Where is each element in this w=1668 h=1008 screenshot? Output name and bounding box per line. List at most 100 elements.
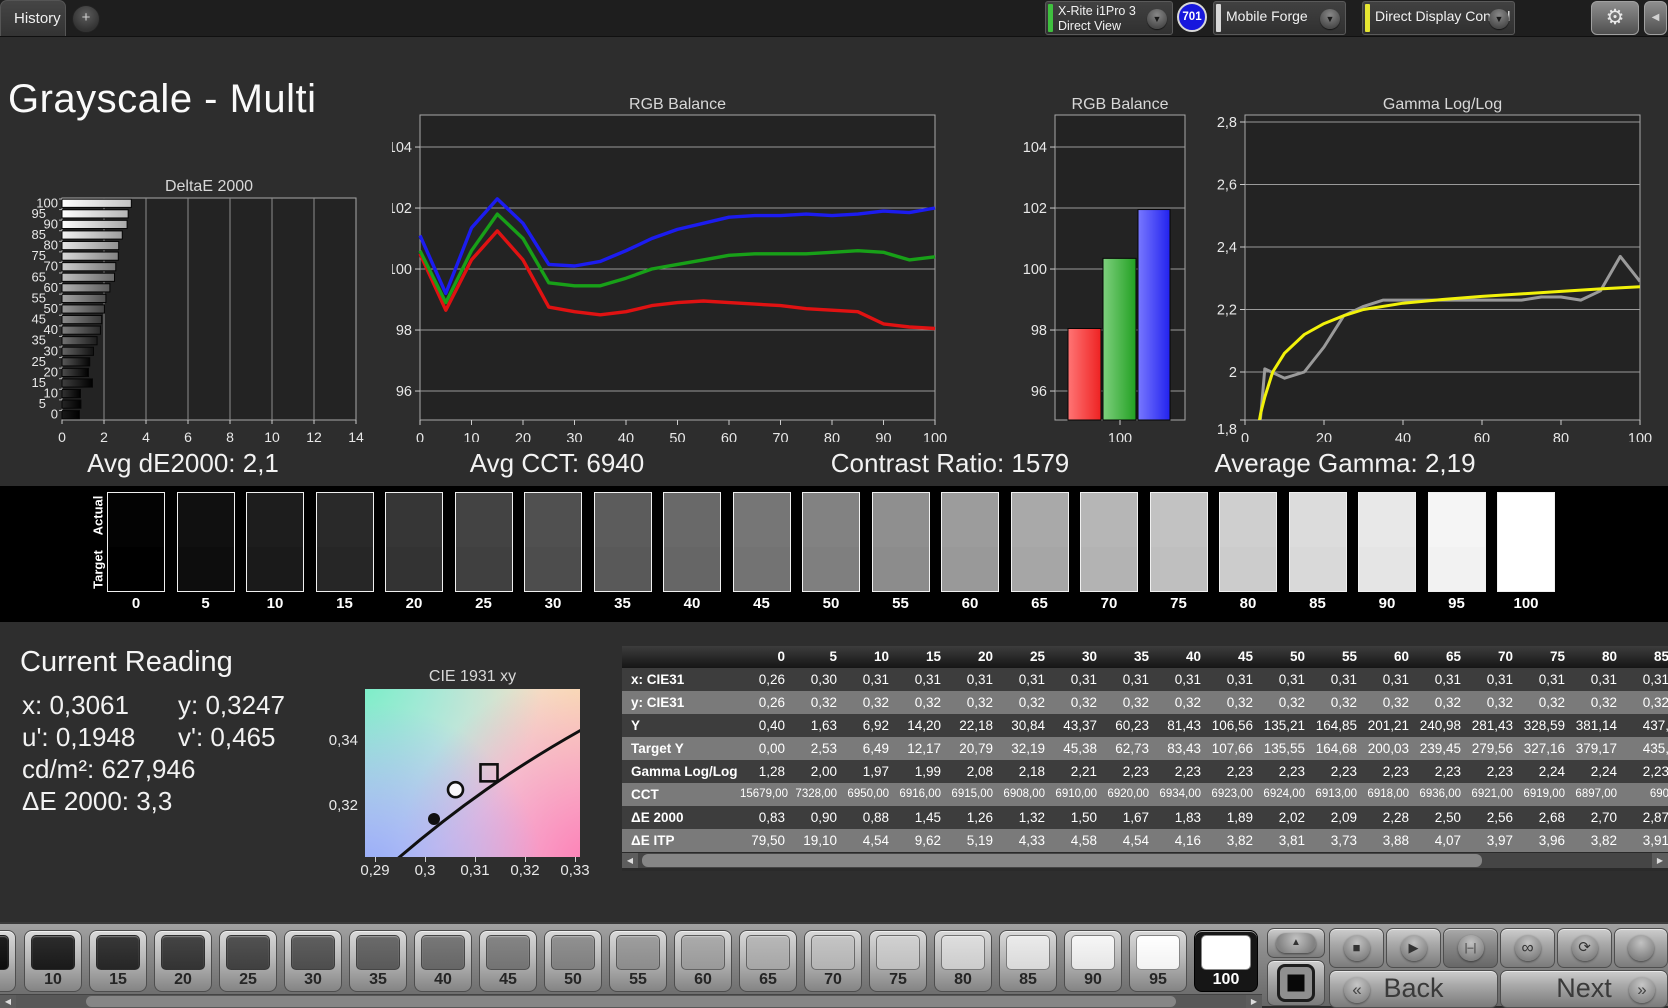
step-button-20[interactable]: 20 <box>154 930 212 992</box>
grayscale-swatch-strip: Actual Target 0 5 10 15 20 25 30 35 40 45 50 55 60 65… <box>0 486 1668 622</box>
blank-mode-button[interactable] <box>1614 928 1668 968</box>
continuous-measure-button[interactable]: ∞ <box>1500 928 1555 968</box>
svg-text:96: 96 <box>1031 384 1047 400</box>
table-cell: 6934,00 <box>1159 788 1201 800</box>
step-label: 45 <box>499 971 517 988</box>
step-button-35[interactable]: 35 <box>349 930 407 992</box>
table-cell: 1,28 <box>758 764 785 779</box>
step-button-40[interactable]: 40 <box>414 930 472 992</box>
scroll-left-icon[interactable]: ◀ <box>0 995 16 1008</box>
svg-text:30: 30 <box>566 431 582 442</box>
tab-history-1[interactable]: History 1 <box>0 0 66 63</box>
pattern-window-button[interactable] <box>1267 960 1325 1006</box>
stat-avg-de2000: Avg dE2000: 2,1 <box>87 448 279 478</box>
table-cell: 2,68 <box>1538 810 1565 825</box>
gray-swatch-5 <box>176 492 235 592</box>
table-cell: 6923,00 <box>1211 788 1253 800</box>
reading-de2000: ΔE 2000: 3,3 <box>22 786 173 816</box>
step-button-45[interactable]: 45 <box>479 930 537 992</box>
cie-xtick: 0,3 <box>414 862 436 879</box>
gray-swatch-label: 50 <box>822 595 840 612</box>
step-button-partial[interactable] <box>0 930 16 992</box>
step-label: 75 <box>889 971 907 988</box>
chevron-down-icon[interactable]: ▼ <box>1147 9 1167 29</box>
gray-swatch-60 <box>941 492 999 592</box>
next-button[interactable]: Next » <box>1500 970 1668 1008</box>
collapse-panel-icon[interactable]: ◀ <box>1644 1 1667 35</box>
single-measure-button[interactable]: |–| <box>1443 928 1498 968</box>
pattern-scrollbar-thumb[interactable] <box>86 996 1176 1007</box>
chevron-down-icon[interactable]: ▼ <box>1489 9 1509 29</box>
add-tab-button[interactable]: + <box>72 5 100 33</box>
step-swatch <box>96 935 140 970</box>
back-button[interactable]: « Back <box>1329 970 1498 1008</box>
table-row: y: CIE31 0,26 0,32 0,32 0,32 0,32 0,32 0,32 0,32… <box>622 691 1668 714</box>
workflow-dropdown[interactable]: Mobile Forge ▼ <box>1213 1 1346 35</box>
step-label: 35 <box>369 971 387 988</box>
svg-text:96: 96 <box>396 384 412 400</box>
step-button-50[interactable]: 50 <box>544 930 602 992</box>
table-cell: 2,56 <box>1486 810 1513 825</box>
table-cell: 0,32 <box>1278 695 1305 710</box>
chevron-down-icon[interactable]: ▼ <box>1320 9 1340 29</box>
planckian-locus <box>397 728 580 857</box>
step-button-95[interactable]: 95 <box>1129 930 1187 992</box>
table-cell: 2,87 <box>1642 810 1668 825</box>
table-cell: 6920,00 <box>1107 788 1149 800</box>
step-label: 80 <box>954 971 972 988</box>
infinity-icon: ∞ <box>1514 935 1541 961</box>
step-button-30[interactable]: 30 <box>284 930 342 992</box>
table-cell: 135,21 <box>1263 718 1305 733</box>
scroll-right-icon[interactable]: ▶ <box>1652 853 1668 868</box>
step-button-90[interactable]: 90 <box>1064 930 1122 992</box>
table-scrollbar[interactable]: ◀ ▶ <box>622 853 1668 868</box>
step-button-15[interactable]: 15 <box>89 930 147 992</box>
play-button[interactable]: ▶ <box>1386 928 1441 968</box>
luminance-badge[interactable]: 701 <box>1177 2 1207 32</box>
table-cell: 0,32 <box>1018 695 1045 710</box>
step-button-100[interactable]: 100 <box>1194 930 1258 992</box>
table-cell: 6913,00 <box>1315 788 1357 800</box>
gray-swatch-label: 20 <box>405 595 423 612</box>
deltae-bar-55 <box>61 293 107 304</box>
display-control-dropdown[interactable]: Direct Display Control ▼ <box>1362 1 1515 35</box>
step-button-85[interactable]: 85 <box>999 930 1057 992</box>
table-scrollbar-thumb[interactable] <box>642 854 1482 867</box>
step-buttons: 10 15 20 25 30 35 40 45 50 55 60 65 70 75 80 85 90 95 100 <box>24 930 1258 992</box>
scroll-left-icon[interactable]: ◀ <box>622 853 638 868</box>
gray-swatch-70 <box>1080 492 1138 592</box>
step-button-70[interactable]: 70 <box>804 930 862 992</box>
stat-avg-cct: Avg CCT: 6940 <box>469 448 645 478</box>
blank-icon <box>1628 935 1654 961</box>
scroll-right-icon[interactable]: ▶ <box>1246 995 1262 1008</box>
svg-text:0: 0 <box>51 407 58 422</box>
table-row-label: x: CIE31 <box>631 672 685 687</box>
table-cell: 4,54 <box>862 833 889 848</box>
loop-button[interactable]: ⟳ <box>1557 928 1612 968</box>
svg-text:100: 100 <box>1023 262 1047 278</box>
svg-text:104: 104 <box>1023 140 1047 156</box>
step-button-10[interactable]: 10 <box>24 930 82 992</box>
step-button-25[interactable]: 25 <box>219 930 277 992</box>
step-button-65[interactable]: 65 <box>739 930 797 992</box>
step-button-[interactable] <box>0 930 16 992</box>
table-col-45: 45 <box>1237 649 1253 664</box>
step-button-80[interactable]: 80 <box>934 930 992 992</box>
step-label: 15 <box>109 971 127 988</box>
table-cell: 2,08 <box>966 764 993 779</box>
step-button-55[interactable]: 55 <box>609 930 667 992</box>
deltae-bar-35 <box>61 336 98 346</box>
step-label: 70 <box>824 971 842 988</box>
gear-icon[interactable]: ⚙ <box>1591 1 1639 35</box>
svg-text:2: 2 <box>1229 365 1237 381</box>
table-col-50: 50 <box>1289 649 1305 664</box>
table-cell: 20,79 <box>959 741 993 756</box>
gray-swatch-45 <box>732 492 791 592</box>
step-button-75[interactable]: 75 <box>869 930 927 992</box>
meter-dropdown[interactable]: X-Rite i1Pro 3 Direct View ▼ <box>1045 1 1173 35</box>
step-button-60[interactable]: 60 <box>674 930 732 992</box>
stop-button[interactable]: ■ <box>1329 928 1384 968</box>
pattern-up-button[interactable]: ▲ <box>1267 928 1325 958</box>
table-cell: 2,23 <box>1278 764 1305 779</box>
svg-text:98: 98 <box>396 323 412 339</box>
